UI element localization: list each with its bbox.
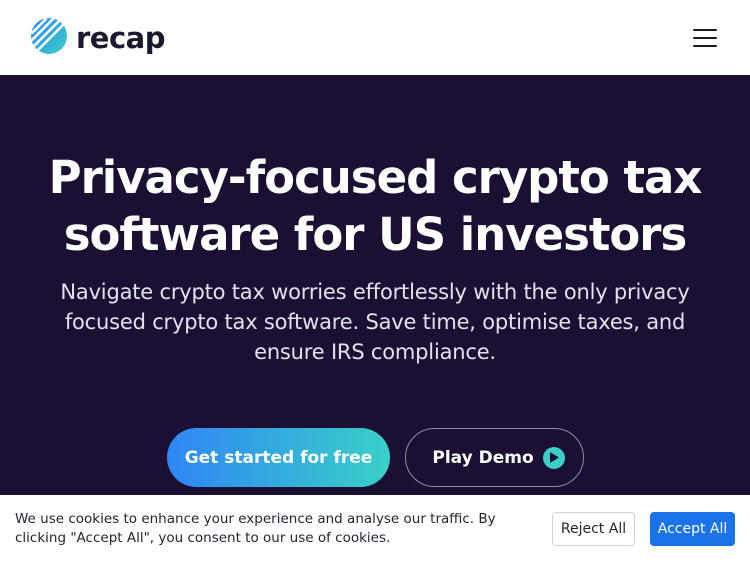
cookie-banner: We use cookies to enhance your experienc… <box>0 495 750 563</box>
cookie-text: We use cookies to enhance your experienc… <box>15 511 496 546</box>
play-demo-button[interactable]: Play Demo <box>405 428 584 487</box>
play-circle-icon <box>542 446 565 469</box>
hero-section: Privacy-focused crypto tax software for … <box>0 75 750 495</box>
hero-title: Privacy-focused crypto tax software for … <box>48 151 703 261</box>
get-started-button[interactable]: Get started for free <box>167 428 390 487</box>
hero-subtitle: Navigate crypto tax worries effortlessly… <box>60 280 690 364</box>
hamburger-menu-icon[interactable] <box>693 28 717 47</box>
brand-logo-link[interactable]: recap <box>30 17 166 59</box>
play-demo-label: Play Demo <box>432 447 534 468</box>
top-navbar: recap <box>0 0 750 75</box>
brand-name: recap <box>76 20 166 55</box>
recap-logo-icon <box>30 17 68 59</box>
reject-all-button[interactable]: Reject All <box>552 512 635 546</box>
accept-all-button[interactable]: Accept All <box>650 512 735 546</box>
